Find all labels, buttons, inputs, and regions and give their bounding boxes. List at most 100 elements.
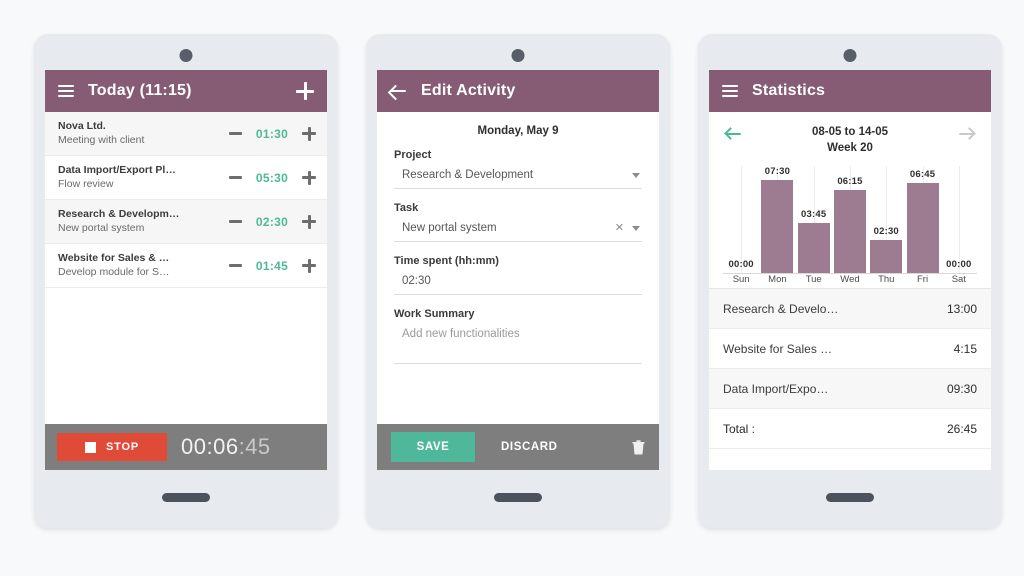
increment-icon[interactable] xyxy=(302,258,316,273)
list-item[interactable]: Website for Sales … 4:15 xyxy=(709,329,991,369)
activity-texts: Website for Sales & … Develop module for… xyxy=(58,252,225,279)
activity-time: 05:30 xyxy=(255,170,289,185)
chart-x-label: Thu xyxy=(878,274,895,285)
add-activity-button[interactable] xyxy=(296,82,314,100)
chart-bar-column: 00:00 xyxy=(941,166,977,274)
save-button[interactable]: SAVE xyxy=(391,432,475,462)
timer-bar: STOP 00:06:45 xyxy=(45,424,327,470)
activity-project: Data Import/Export Pl… xyxy=(58,164,176,176)
activity-project: Website for Sales & … xyxy=(58,252,170,264)
statistics-appbar: Statistics xyxy=(709,70,991,112)
phone-today: Today (11:15) Nova Ltd. Meeting with cli… xyxy=(34,34,338,528)
chart-x-label: Tue xyxy=(805,274,822,285)
arrow-left-icon[interactable] xyxy=(724,127,742,140)
camera-icon xyxy=(843,49,857,62)
screenshot-stage: Today (11:15) Nova Ltd. Meeting with cli… xyxy=(0,0,1024,576)
table-row[interactable]: Data Import/Export Pl… Flow review 05:30 xyxy=(45,156,327,200)
home-indicator xyxy=(826,493,874,502)
edit-action-bar: SAVE DISCARD xyxy=(377,424,659,470)
activity-task: New portal system xyxy=(58,222,145,234)
today-appbar: Today (11:15) xyxy=(45,70,327,112)
chart-bar-column: 02:30 xyxy=(868,166,904,274)
increment-icon[interactable] xyxy=(302,170,316,185)
time-spent-label: Time spent (hh:mm) xyxy=(394,255,499,267)
week-number: Week 20 xyxy=(827,142,873,154)
home-indicator xyxy=(494,493,542,502)
chart-bars: 00:00 07:30 03:45 06:15 02:30 06:45 00:00 xyxy=(723,166,977,274)
decrement-icon[interactable] xyxy=(229,176,242,179)
hamburger-icon[interactable] xyxy=(58,85,74,97)
chart-bar-label: 06:45 xyxy=(909,168,936,180)
table-row[interactable]: Website for Sales & … Develop module for… xyxy=(45,244,327,288)
time-spent-value: 02:30 xyxy=(402,275,431,287)
summary-value: 4:15 xyxy=(953,341,977,356)
stop-square-icon xyxy=(85,441,97,453)
discard-button[interactable]: DISCARD xyxy=(501,441,558,453)
decrement-icon[interactable] xyxy=(229,264,242,267)
activity-task: Flow review xyxy=(58,178,114,190)
activity-texts: Data Import/Export Pl… Flow review xyxy=(58,164,225,191)
trash-icon[interactable] xyxy=(632,439,645,455)
running-timer: 00:06:45 xyxy=(181,434,271,460)
stop-button[interactable]: STOP xyxy=(57,433,167,461)
table-row[interactable]: Research & Developm… New portal system 0… xyxy=(45,200,327,244)
time-spent-input[interactable]: 02:30 xyxy=(394,274,642,295)
list-item[interactable]: Research & Develo… 13:00 xyxy=(709,289,991,329)
activity-date: Monday, May 9 xyxy=(477,125,559,137)
arrow-right-icon[interactable] xyxy=(958,127,976,140)
project-value: Research & Development xyxy=(402,169,534,181)
chart-x-label: Sun xyxy=(732,274,750,285)
back-arrow-icon[interactable] xyxy=(390,84,407,98)
edit-activity-screen: Edit Activity Monday, May 9 Project Rese… xyxy=(377,70,659,470)
decrement-icon[interactable] xyxy=(229,132,242,135)
list-item-total: Total : 26:45 xyxy=(709,409,991,449)
chart-x-label: Fri xyxy=(917,274,929,285)
home-indicator xyxy=(162,493,210,502)
decrement-icon[interactable] xyxy=(229,220,242,223)
activity-project: Nova Ltd. xyxy=(58,120,106,132)
activity-project: Research & Developm… xyxy=(58,208,180,220)
chart-bar xyxy=(797,223,830,274)
task-label: Task xyxy=(394,202,419,214)
activity-task: Develop module for S… xyxy=(58,266,170,278)
close-icon[interactable]: ✕ xyxy=(615,223,624,234)
phone-edit-activity: Edit Activity Monday, May 9 Project Rese… xyxy=(366,34,670,528)
activity-time: 02:30 xyxy=(255,214,289,229)
timer-seconds: :45 xyxy=(238,434,271,459)
chart-bar xyxy=(906,182,939,274)
work-summary-input[interactable]: Add new functionalities xyxy=(394,327,642,364)
table-row[interactable]: Nova Ltd. Meeting with client 01:30 xyxy=(45,112,327,156)
summary-value: 13:00 xyxy=(946,301,977,316)
chart-x-label: Mon xyxy=(768,274,787,285)
total-label: Total : xyxy=(723,421,756,436)
chart-bar-label: 02:30 xyxy=(873,226,899,238)
stop-button-label: STOP xyxy=(106,441,139,453)
edit-form: Monday, May 9 Project Research & Develop… xyxy=(377,112,659,424)
activity-texts: Nova Ltd. Meeting with client xyxy=(58,120,225,147)
total-value: 26:45 xyxy=(946,421,977,436)
activity-time: 01:45 xyxy=(255,258,289,273)
weekly-hours-bar-chart: 00:00 07:30 03:45 06:15 02:30 06:45 00:00 Sun M… xyxy=(723,166,977,288)
chart-x-label: Wed xyxy=(840,274,860,285)
page-title: Statistics xyxy=(752,82,826,99)
work-summary-label: Work Summary xyxy=(394,308,475,320)
summary-value: 09:30 xyxy=(946,381,977,396)
chart-x-tick-labels: Sun Mon Tue Wed Thu Fri Sat xyxy=(723,274,977,288)
camera-icon xyxy=(511,49,525,62)
chart-x-label: Sat xyxy=(951,274,966,285)
list-item[interactable]: Data Import/Expo… 09:30 xyxy=(709,369,991,409)
summary-project: Website for Sales … xyxy=(723,341,833,356)
week-label: 08-05 to 14-05 Week 20 xyxy=(742,124,958,156)
statistics-summary-list: Research & Develo… 13:00 Website for Sal… xyxy=(709,288,991,449)
chart-bar-label: 00:00 xyxy=(946,258,972,270)
increment-icon[interactable] xyxy=(302,126,316,141)
hamburger-icon[interactable] xyxy=(722,85,738,97)
chart-bar-column: 03:45 xyxy=(796,166,832,274)
task-select[interactable]: New portal system ✕ xyxy=(394,221,642,242)
task-value: New portal system xyxy=(402,222,497,234)
increment-icon[interactable] xyxy=(302,214,316,229)
project-select[interactable]: Research & Development xyxy=(394,168,642,189)
statistics-screen: Statistics 08-05 to 14-05 Week 20 00:00 … xyxy=(709,70,991,470)
page-title: Edit Activity xyxy=(421,82,516,99)
chart-bar-column: 06:15 xyxy=(832,166,868,274)
